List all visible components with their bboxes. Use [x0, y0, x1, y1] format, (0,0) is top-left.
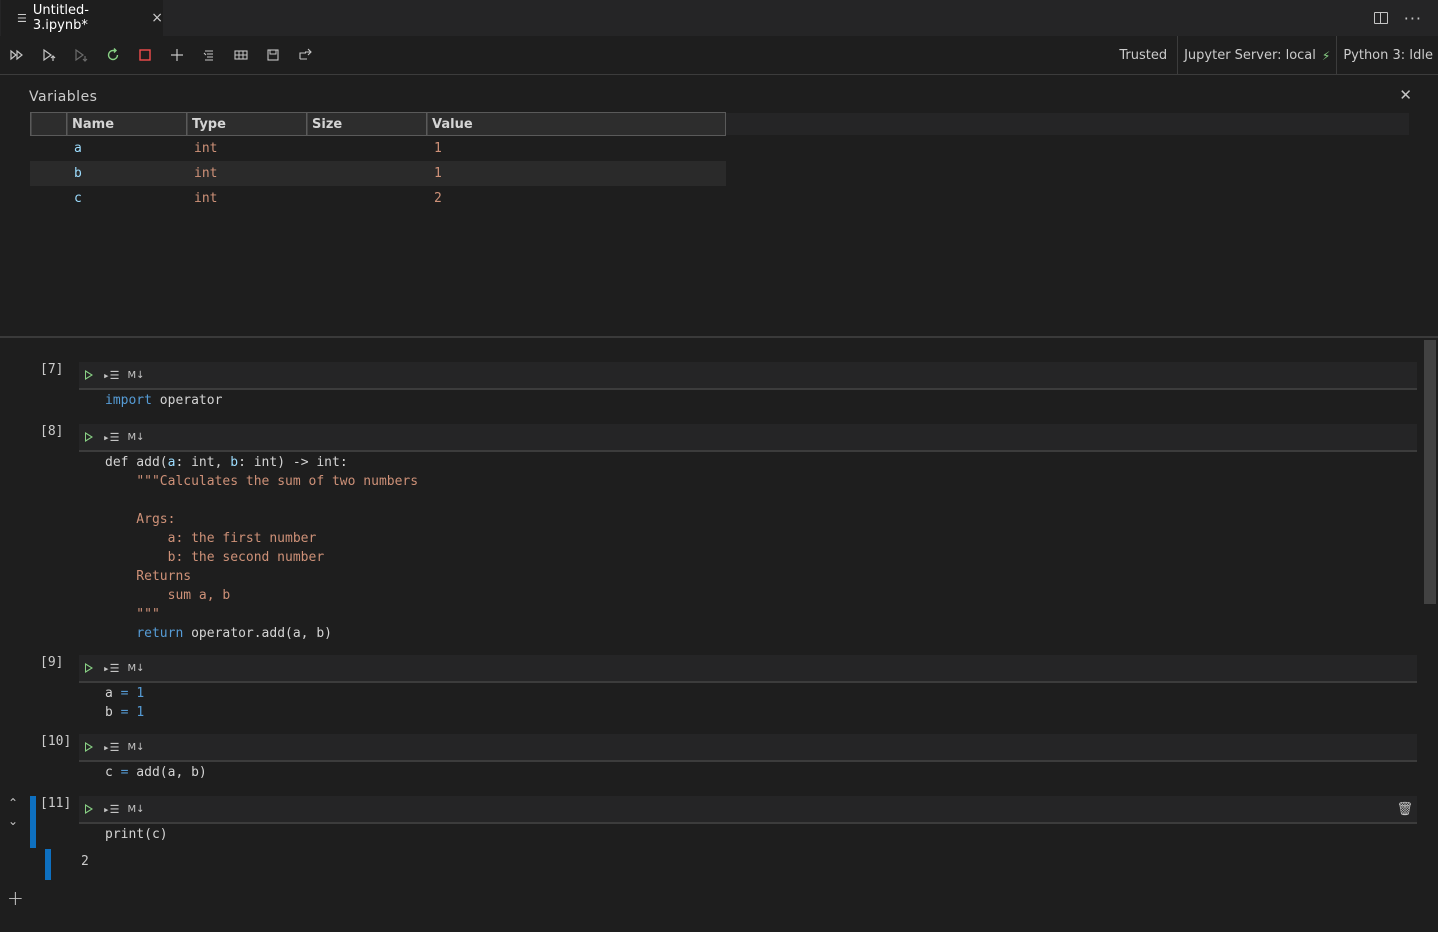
column-header-value[interactable]: Value: [427, 113, 725, 135]
run-below-icon[interactable]: ▸☰: [103, 369, 119, 382]
cell-toolbar: ▸☰ M↓: [79, 734, 1417, 762]
export-icon[interactable]: [296, 46, 314, 64]
variable-name: a: [74, 141, 82, 156]
run-below-icon[interactable]: ▸☰: [103, 662, 119, 675]
execution-count: [10]: [40, 734, 72, 749]
markdown-toggle[interactable]: M↓: [127, 663, 144, 674]
markdown-toggle[interactable]: M↓: [127, 370, 144, 381]
column-header-type[interactable]: Type: [187, 113, 307, 135]
variable-name: b: [74, 166, 82, 181]
run-cell-icon[interactable]: [85, 432, 93, 442]
execution-count: [7]: [40, 362, 64, 377]
variable-type: int: [194, 191, 218, 206]
move-cell-up-icon[interactable]: ⌃: [8, 796, 18, 810]
markdown-toggle[interactable]: M↓: [127, 742, 144, 753]
trusted-status[interactable]: Trusted: [1113, 36, 1177, 75]
code-cell-active[interactable]: ⌃ ⌄ [11] ▸☰ M↓ 🗑 print(c) 2: [0, 796, 1420, 886]
variable-type: int: [194, 141, 218, 156]
jupyter-server-status[interactable]: Jupyter Server: local ⚡: [1178, 36, 1336, 75]
table-row[interactable]: b int 1: [30, 161, 726, 186]
delete-cell-icon[interactable]: 🗑: [1396, 802, 1413, 817]
run-below-icon[interactable]: ▸☰: [103, 741, 119, 754]
execution-count: [8]: [40, 424, 64, 439]
variables-panel: Variables ✕ Name Type Size Value a int 1…: [0, 76, 1438, 338]
run-cell-icon[interactable]: [85, 804, 93, 814]
run-below-icon[interactable]: ▸☰: [103, 431, 119, 444]
run-cell-icon[interactable]: [85, 663, 93, 673]
close-icon[interactable]: ✕: [1399, 86, 1412, 104]
cell-toolbar: ▸☰ M↓: [79, 424, 1417, 452]
list-icon: ☰: [17, 11, 27, 25]
notebook-toolbar: Trusted Jupyter Server: local ⚡ Python 3…: [0, 36, 1438, 75]
tab-bar: ☰ Untitled-3.ipynb* × ···: [0, 0, 1438, 36]
run-below-icon[interactable]: ▸☰: [103, 803, 119, 816]
code-cell[interactable]: [8] ▸☰ M↓ def add(a: int, b: int) -> int…: [0, 424, 1420, 654]
code-editor[interactable]: import operator: [105, 391, 222, 410]
add-cell-icon[interactable]: [168, 46, 186, 64]
variable-type: int: [194, 166, 218, 181]
code-editor[interactable]: c = add(a, b): [105, 763, 207, 782]
variables-title: Variables: [29, 89, 98, 105]
run-all-icon[interactable]: [8, 46, 26, 64]
table-row[interactable]: a int 1: [30, 136, 726, 161]
split-editor-icon[interactable]: [1373, 12, 1388, 24]
run-cell-icon[interactable]: [85, 370, 93, 380]
cell-output: 2: [81, 854, 89, 869]
add-cell-icon[interactable]: +: [7, 886, 24, 910]
table-row[interactable]: c int 2: [30, 186, 726, 211]
execution-count: [9]: [40, 655, 64, 670]
execution-count: [11]: [40, 796, 72, 811]
markdown-toggle[interactable]: M↓: [127, 804, 144, 815]
run-above-icon[interactable]: [40, 46, 58, 64]
close-icon[interactable]: ×: [151, 10, 163, 26]
restart-kernel-icon[interactable]: [104, 46, 122, 64]
connected-icon: ⚡: [1321, 48, 1331, 63]
code-cell[interactable]: [10] ▸☰ M↓ c = add(a, b): [0, 734, 1420, 794]
save-icon[interactable]: [264, 46, 282, 64]
variable-name: c: [74, 191, 82, 206]
markdown-toggle[interactable]: M↓: [127, 432, 144, 443]
run-below-icon[interactable]: [72, 46, 90, 64]
variables-table-header: Name Type Size Value: [30, 112, 726, 136]
variables-icon[interactable]: [232, 46, 250, 64]
cell-toolbar: ▸☰ M↓ 🗑: [79, 796, 1417, 824]
column-header-name[interactable]: Name: [67, 113, 187, 135]
variable-value: 1: [434, 141, 442, 156]
notebook-editor: [7] ▸☰ M↓ import operator [8] ▸☰ M↓ def …: [0, 340, 1438, 932]
run-cell-icon[interactable]: [85, 742, 93, 752]
tab-untitled-3[interactable]: ☰ Untitled-3.ipynb* ×: [1, 0, 163, 36]
move-cell-down-icon[interactable]: ⌄: [8, 814, 18, 828]
column-header-size[interactable]: Size: [307, 113, 427, 135]
more-actions-icon[interactable]: ···: [1404, 9, 1422, 28]
code-editor[interactable]: def add(a: int, b: int) -> int: """Calcu…: [105, 453, 418, 643]
tab-title: Untitled-3.ipynb*: [32, 3, 89, 33]
variables-table: Name Type Size Value a int 1 b int 1 c i…: [30, 112, 726, 211]
clear-outputs-icon[interactable]: [200, 46, 218, 64]
jupyter-server-label: Jupyter Server: local: [1184, 48, 1316, 63]
cell-toolbar: ▸☰ M↓: [79, 655, 1417, 683]
scrollbar[interactable]: [1424, 340, 1436, 604]
output-indicator: [45, 849, 51, 880]
code-editor[interactable]: a = 1 b = 1: [105, 684, 144, 722]
active-cell-indicator: [30, 796, 36, 848]
interrupt-kernel-icon[interactable]: [136, 46, 154, 64]
code-cell[interactable]: [9] ▸☰ M↓ a = 1 b = 1: [0, 655, 1420, 731]
variable-value: 2: [434, 191, 442, 206]
variable-value: 1: [434, 166, 442, 181]
kernel-status[interactable]: Python 3: Idle: [1337, 36, 1438, 75]
select-column-header[interactable]: [31, 113, 67, 135]
code-editor[interactable]: print(c): [105, 825, 168, 844]
cell-toolbar: ▸☰ M↓: [79, 362, 1417, 390]
code-cell[interactable]: [7] ▸☰ M↓ import operator: [0, 362, 1420, 422]
